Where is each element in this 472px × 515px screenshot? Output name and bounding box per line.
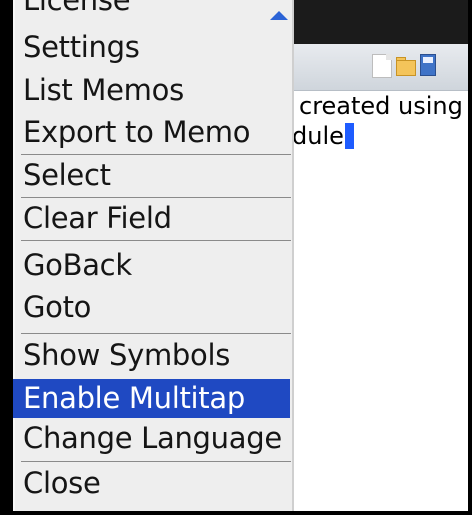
context-menu: License Settings List Memos Export to Me… xyxy=(13,0,294,511)
text-cursor xyxy=(344,123,354,149)
menu-item-show-symbols[interactable]: Show Symbols xyxy=(23,338,230,372)
screen-bottom-border xyxy=(0,511,472,515)
memo-text-line-2-text: dule xyxy=(292,122,344,150)
menu-item-change-language[interactable]: Change Language xyxy=(23,421,282,455)
menu-item-goback[interactable]: GoBack xyxy=(23,248,132,282)
screen-left-border xyxy=(0,0,13,515)
menu-separator xyxy=(21,333,291,334)
memo-text-line-1: created using xyxy=(299,92,463,120)
menu-item-export-to-memo[interactable]: Export to Memo xyxy=(23,115,250,149)
app-title-bar xyxy=(292,0,468,44)
menu-separator xyxy=(21,197,291,198)
menu-item-close[interactable]: Close xyxy=(23,466,101,500)
app-toolbar xyxy=(292,44,468,91)
menu-separator xyxy=(21,240,291,241)
scroll-up-arrow-icon[interactable] xyxy=(270,11,288,20)
save-icon[interactable] xyxy=(420,54,436,76)
open-folder-icon[interactable] xyxy=(396,54,416,76)
screen: created using dule License Settings List… xyxy=(0,0,472,515)
menu-item-clear-field[interactable]: Clear Field xyxy=(23,201,172,235)
memo-text-line-2[interactable]: dule xyxy=(292,122,354,150)
screen-right-border xyxy=(468,0,472,515)
menu-item-select[interactable]: Select xyxy=(23,158,111,192)
menu-item-settings[interactable]: Settings xyxy=(23,30,140,64)
menu-item-list-memos[interactable]: List Memos xyxy=(23,73,184,107)
menu-item-license[interactable]: License xyxy=(23,0,131,17)
menu-separator xyxy=(21,154,291,155)
new-document-icon[interactable] xyxy=(372,54,392,78)
menu-item-enable-multitap[interactable]: Enable Multitap xyxy=(13,379,290,418)
menu-separator xyxy=(21,461,291,462)
menu-item-goto[interactable]: Goto xyxy=(23,290,91,324)
